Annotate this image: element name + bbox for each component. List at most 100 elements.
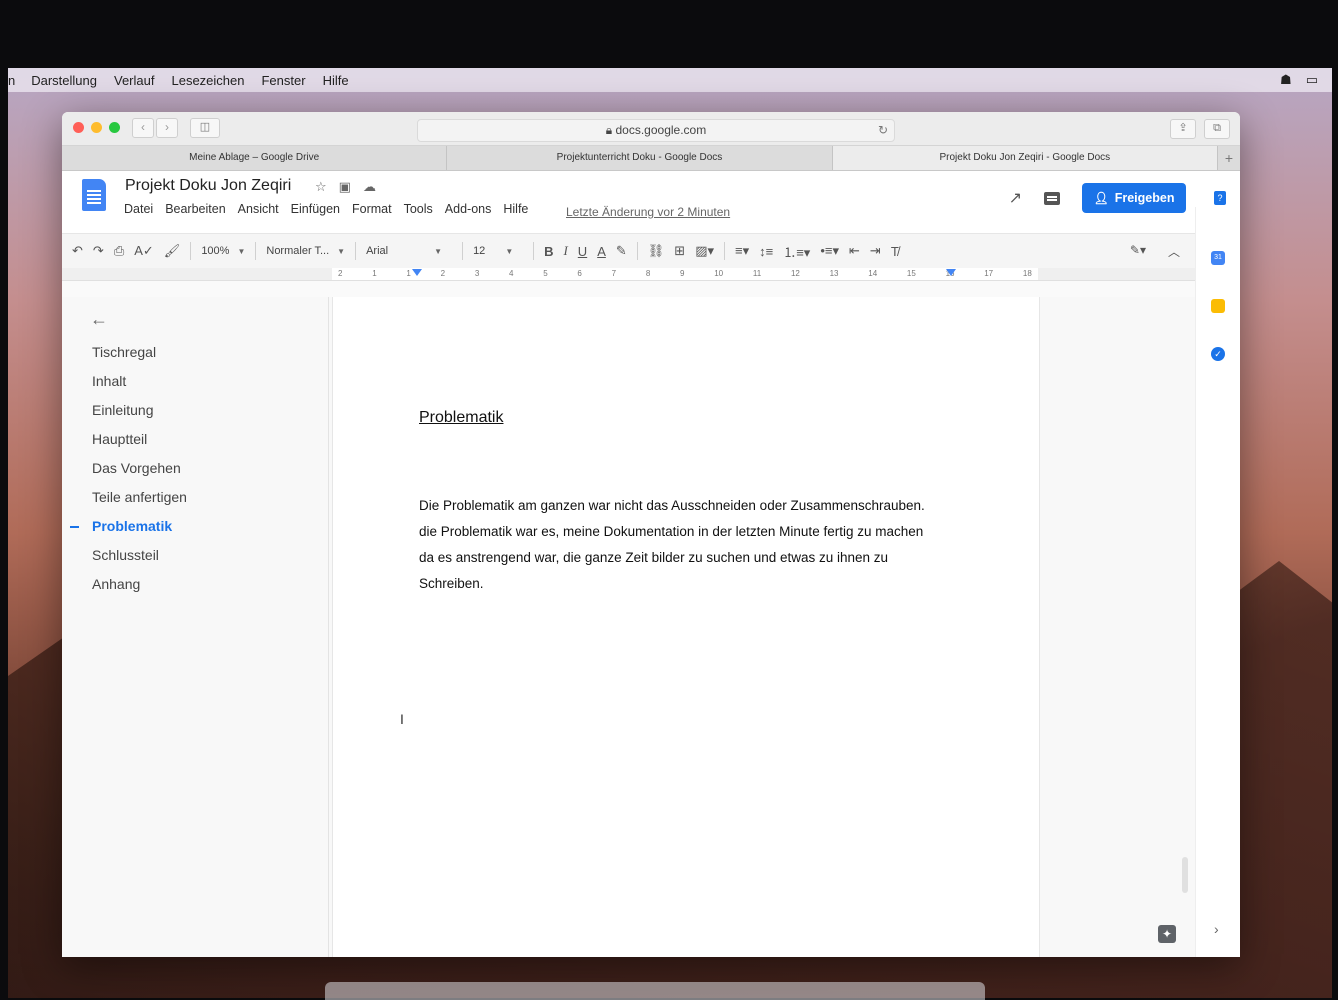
toolbar-divider bbox=[533, 242, 535, 260]
insert-image-icon[interactable]: ▨▾ bbox=[695, 243, 714, 259]
vertical-scrollbar[interactable] bbox=[1182, 857, 1188, 893]
menubar-item-fenster[interactable]: Fenster bbox=[261, 73, 305, 88]
bold-icon[interactable]: B bbox=[544, 244, 553, 259]
zoom-value: 100% bbox=[201, 245, 230, 257]
new-tab-icon[interactable]: + bbox=[1218, 146, 1240, 170]
calendar-icon[interactable]: 31 bbox=[1211, 251, 1225, 265]
tab-projekt-doku[interactable]: Projekt Doku Jon Zeqiri - Google Docs bbox=[832, 146, 1218, 170]
outline-item-tischregal[interactable]: Tischregal bbox=[92, 344, 156, 360]
left-indent-marker[interactable] bbox=[412, 269, 422, 276]
font-select[interactable]: Arial ▼ bbox=[366, 245, 452, 257]
airplay-icon[interactable]: ▭ bbox=[1306, 72, 1318, 88]
forward-button[interactable]: › bbox=[156, 118, 178, 138]
sidebar-toggle-icon[interactable]: ◫ bbox=[190, 118, 220, 138]
document-title[interactable]: Projekt Doku Jon Zeqiri bbox=[125, 177, 291, 195]
back-button[interactable]: ‹ bbox=[132, 118, 154, 138]
collapse-menu-icon[interactable]: ︿ bbox=[1168, 243, 1180, 260]
outline-item-schlussteil[interactable]: Schlussteil bbox=[92, 547, 159, 563]
lock-icon: 🔒︎ bbox=[605, 123, 613, 137]
share-sheet-icon[interactable]: ⇪ bbox=[1170, 119, 1196, 139]
comment-history-icon[interactable] bbox=[1044, 191, 1060, 205]
ruler-tick: 9 bbox=[680, 269, 685, 278]
menubar-item-lesezeichen[interactable]: Lesezeichen bbox=[171, 73, 244, 88]
close-window-button[interactable] bbox=[73, 122, 84, 133]
undo-icon[interactable]: ↶ bbox=[72, 243, 83, 259]
outline-item-inhalt[interactable]: Inhalt bbox=[92, 373, 126, 389]
history-nav: ‹ › bbox=[132, 118, 178, 138]
menu-hilfe[interactable]: Hilfe bbox=[503, 202, 528, 216]
add-comment-icon[interactable]: ⊞ bbox=[674, 243, 685, 259]
decrease-indent-icon[interactable]: ⇤ bbox=[849, 243, 860, 259]
menu-bearbeiten[interactable]: Bearbeiten bbox=[165, 202, 225, 216]
zoom-select[interactable]: 100% ▼ bbox=[201, 245, 245, 257]
evernote-icon[interactable]: ☗ bbox=[1280, 72, 1292, 88]
move-folder-icon[interactable]: ▣ bbox=[339, 179, 351, 195]
highlight-icon[interactable]: ✎ bbox=[616, 243, 627, 259]
menu-ansicht[interactable]: Ansicht bbox=[238, 202, 279, 216]
share-button[interactable]: 👤︎ Freigeben bbox=[1082, 183, 1186, 213]
menubar-item-hilfe[interactable]: Hilfe bbox=[323, 73, 349, 88]
star-icon[interactable]: ☆ bbox=[315, 179, 327, 195]
formatting-toolbar: ↶ ↷ ⎙ A✓ 🖌︎ 100% ▼ Normaler T... ▼ Arial ▼ … bbox=[62, 233, 1240, 268]
outline-item-das-vorgehen[interactable]: Das Vorgehen bbox=[92, 460, 181, 476]
right-indent-marker[interactable] bbox=[946, 269, 956, 276]
minimize-window-button[interactable] bbox=[91, 122, 102, 133]
italic-icon[interactable]: I bbox=[563, 243, 567, 259]
bulleted-list-icon[interactable]: •≡▾ bbox=[820, 243, 839, 259]
reload-icon[interactable]: ↻ bbox=[878, 120, 888, 141]
ruler-tick: 1 bbox=[372, 269, 377, 278]
tab-overview-icon[interactable]: ⧉ bbox=[1204, 119, 1230, 139]
paint-format-icon[interactable]: 🖌︎ bbox=[164, 243, 181, 259]
keep-icon[interactable] bbox=[1211, 299, 1225, 313]
activity-trend-icon[interactable]: ↗ bbox=[1009, 188, 1022, 208]
outline-item-anhang[interactable]: Anhang bbox=[92, 576, 140, 592]
text-color-icon[interactable]: A bbox=[597, 244, 606, 259]
title-actions: ☆ ▣ ☁ bbox=[315, 179, 376, 195]
cloud-status-icon[interactable]: ☁ bbox=[363, 179, 376, 195]
menu-format[interactable]: Format bbox=[352, 202, 392, 216]
tab-projektunterricht-doku[interactable]: Projektunterricht Doku - Google Docs bbox=[447, 146, 833, 170]
link-icon[interactable]: ⛓ bbox=[648, 243, 665, 259]
increase-indent-icon[interactable]: ⇥ bbox=[870, 243, 881, 259]
explore-icon[interactable]: ✦ bbox=[1158, 925, 1176, 943]
numbered-list-icon[interactable]: ⒈≡▾ bbox=[783, 242, 810, 261]
outline-item-einleitung[interactable]: Einleitung bbox=[92, 402, 154, 418]
google-docs-logo-icon[interactable] bbox=[82, 179, 106, 211]
redo-icon[interactable]: ↷ bbox=[93, 243, 104, 259]
menubar-item-verlauf[interactable]: Verlauf bbox=[114, 73, 154, 88]
share-button-label: Freigeben bbox=[1114, 191, 1175, 205]
chevron-down-icon: ▼ bbox=[505, 247, 514, 256]
outline-item-problematik[interactable]: Problematik bbox=[92, 518, 172, 534]
outline-item-hauptteil[interactable]: Hauptteil bbox=[92, 431, 147, 447]
document-page[interactable]: Problematik Die Problematik am ganzen wa… bbox=[332, 297, 1040, 957]
editing-mode-icon[interactable]: ✎▾ bbox=[1130, 243, 1146, 260]
ruler-tick: 13 bbox=[829, 269, 839, 278]
document-body: ← Tischregal Inhalt Einleitung Hauptteil… bbox=[62, 297, 1240, 957]
menubar-item-darstellung[interactable]: Darstellung bbox=[31, 73, 97, 88]
zoom-window-button[interactable] bbox=[109, 122, 120, 133]
spellcheck-icon[interactable]: A✓ bbox=[134, 243, 154, 259]
print-icon[interactable]: ⎙ bbox=[114, 243, 124, 259]
help-icon[interactable]: ? bbox=[1214, 191, 1226, 205]
tasks-icon[interactable]: ✓ bbox=[1211, 347, 1225, 361]
ruler-tick: 12 bbox=[790, 269, 800, 278]
clear-formatting-icon[interactable]: T̸ bbox=[891, 244, 899, 259]
menu-datei[interactable]: Datei bbox=[124, 202, 153, 216]
menu-add-ons[interactable]: Add-ons bbox=[445, 202, 492, 216]
outline-item-teile-anfertigen[interactable]: Teile anfertigen bbox=[92, 489, 187, 505]
style-select[interactable]: Normaler T... ▼ bbox=[266, 245, 345, 257]
font-value: Arial bbox=[366, 245, 389, 257]
underline-icon[interactable]: U bbox=[578, 244, 587, 259]
align-left-icon[interactable]: ≡▾ bbox=[735, 243, 749, 259]
last-edit-link[interactable]: Letzte Änderung vor 2 Minuten bbox=[566, 205, 730, 219]
font-size-select[interactable]: 12 ▼ bbox=[473, 245, 523, 257]
expand-side-panel-icon[interactable]: › bbox=[1214, 921, 1219, 937]
menu-einfuegen[interactable]: Einfügen bbox=[291, 202, 340, 216]
menubar-item-app[interactable]: n bbox=[8, 73, 15, 88]
line-spacing-icon[interactable]: ↕≡ bbox=[759, 244, 773, 259]
close-outline-arrow-icon[interactable]: ← bbox=[90, 309, 108, 330]
address-bar[interactable]: 🔒︎ docs.google.com ↻ bbox=[417, 119, 895, 142]
url-text: docs.google.com bbox=[615, 123, 707, 137]
menu-tools[interactable]: Tools bbox=[404, 202, 433, 216]
tab-google-drive[interactable]: Meine Ablage – Google Drive bbox=[62, 146, 448, 170]
